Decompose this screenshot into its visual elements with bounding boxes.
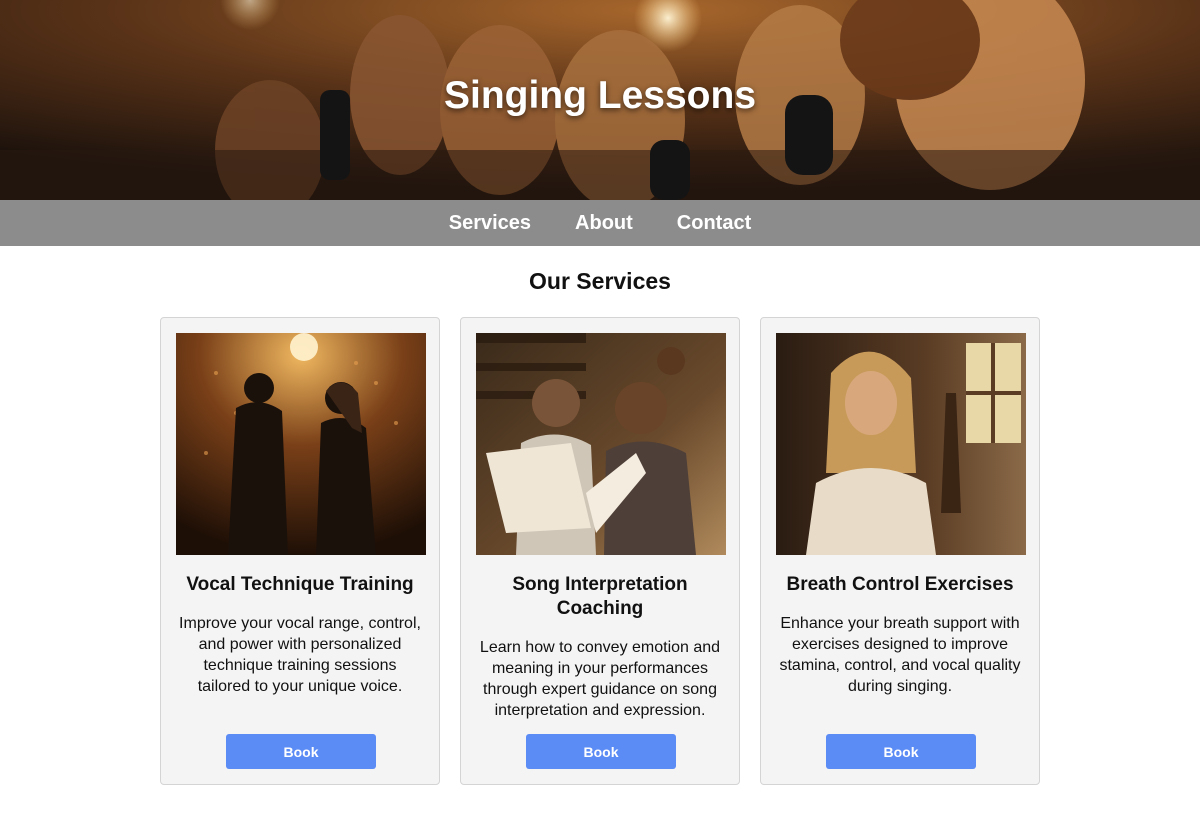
nav-link-contact[interactable]: Contact: [677, 212, 751, 235]
service-image-interpretation: [476, 333, 726, 555]
service-description: Enhance your breath support with exercis…: [779, 615, 1021, 695]
section-heading: Our Services: [529, 268, 671, 294]
book-button[interactable]: Book: [226, 734, 376, 769]
page-title: Singing Lessons: [443, 74, 757, 117]
book-button[interactable]: Book: [526, 734, 676, 769]
service-card: Song Interpretation Coaching Learn how t…: [460, 317, 740, 785]
service-image-breath: [776, 333, 1026, 555]
service-card: Breath Control Exercises Enhance your br…: [760, 317, 1040, 785]
nav-link-services[interactable]: Services: [449, 212, 531, 235]
services-list: Vocal Technique Training Improve your vo…: [0, 317, 1200, 785]
service-title: Song Interpretation Coaching: [512, 574, 688, 619]
service-description: Learn how to convey emotion and meaning …: [479, 639, 721, 719]
service-card: Vocal Technique Training Improve your vo…: [160, 317, 440, 785]
main-nav: Services About Contact: [0, 200, 1200, 246]
service-title: Vocal Technique Training: [186, 574, 414, 595]
hero-banner: Singing Lessons: [0, 0, 1200, 200]
book-button[interactable]: Book: [826, 734, 976, 769]
service-title: Breath Control Exercises: [786, 574, 1014, 595]
nav-link-about[interactable]: About: [575, 212, 633, 235]
service-image-vocal: [176, 333, 426, 555]
service-description: Improve your vocal range, control, and p…: [179, 615, 421, 695]
